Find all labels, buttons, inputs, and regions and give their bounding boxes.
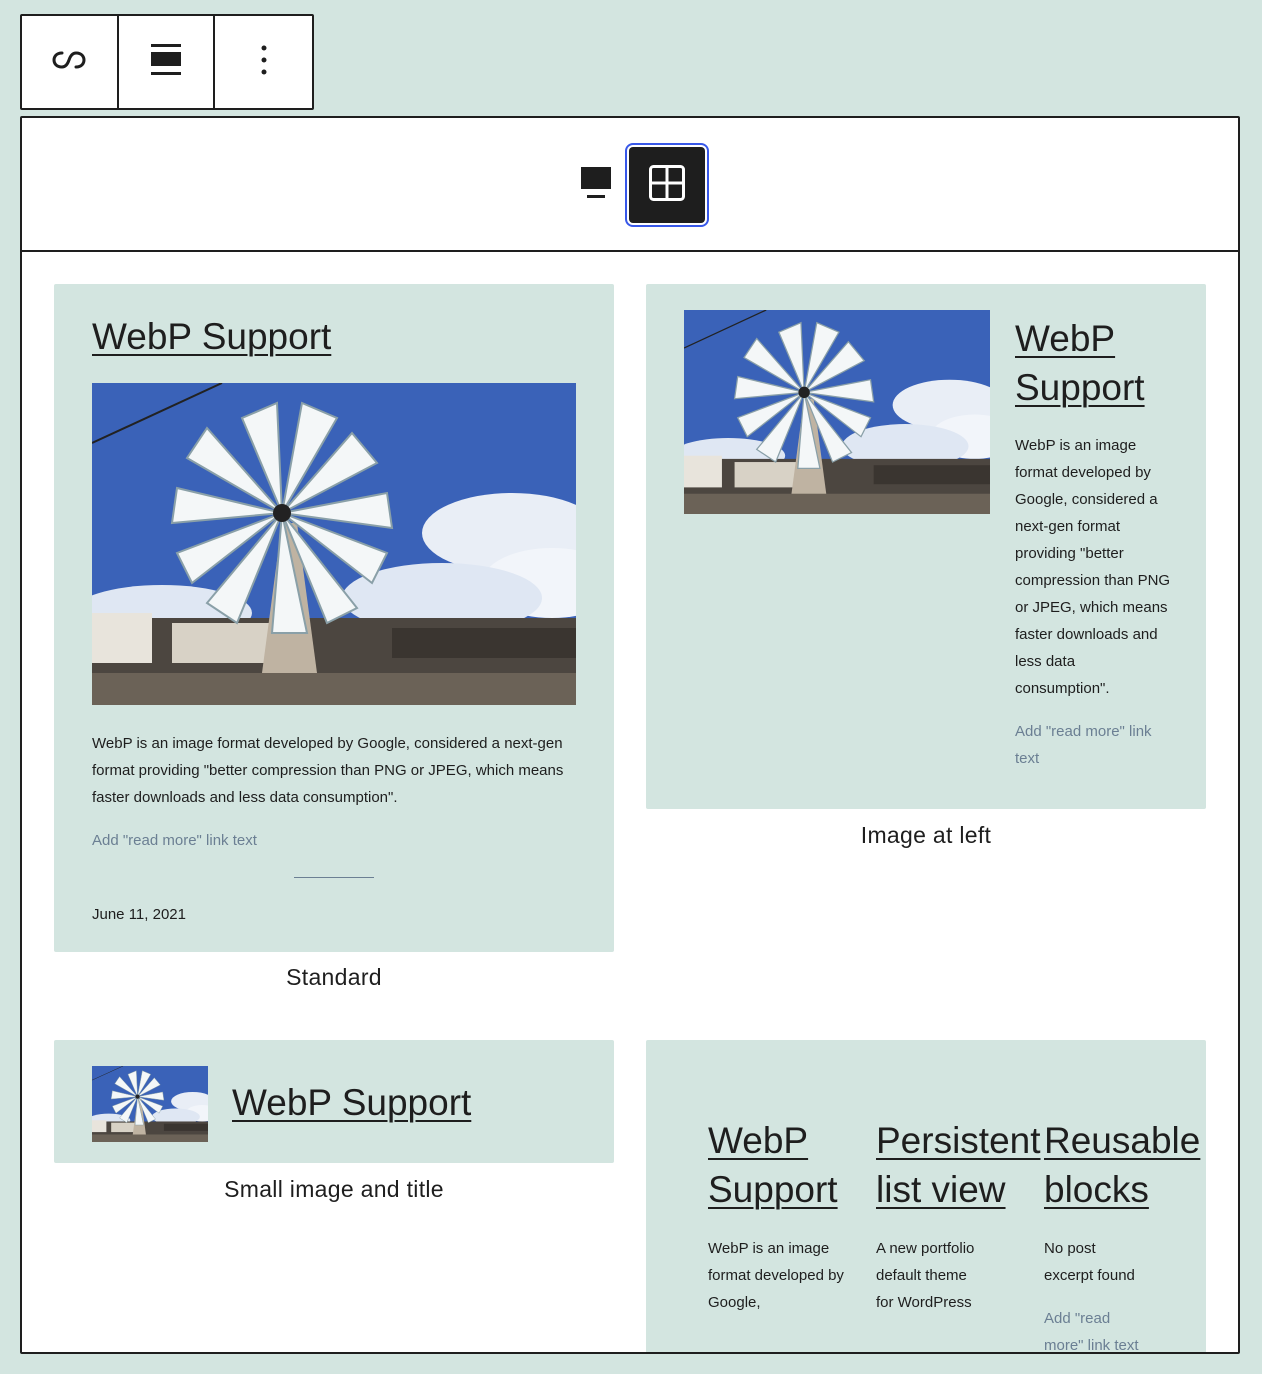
post-excerpt: No post excerpt found	[1044, 1240, 1135, 1284]
pattern-image-left[interactable]: WebP Support WebP is an image format dev…	[646, 284, 1206, 809]
separator	[294, 877, 374, 878]
thumbnail-image	[92, 1066, 208, 1142]
post-excerpt: A new portfolio default theme for WordPr…	[876, 1240, 975, 1311]
read-more-link[interactable]: Add "read more" link text	[92, 827, 257, 854]
pattern-small-image[interactable]: WebP Support	[54, 1040, 614, 1163]
post-title[interactable]: Persistent list view	[876, 1116, 1041, 1214]
post-title[interactable]: WebP Support	[708, 1116, 848, 1214]
block-toolbar	[20, 14, 314, 110]
align-button[interactable]	[119, 16, 216, 108]
read-more-link[interactable]: Add "read more" link text	[1044, 1305, 1148, 1352]
link-button[interactable]	[22, 16, 119, 108]
grid-post: Reusable blocks No post excerpt found Ad…	[1044, 1116, 1204, 1352]
post-excerpt: WebP is an image format developed by Goo…	[92, 735, 564, 806]
featured-image	[92, 383, 576, 705]
view-switcher	[22, 118, 1238, 252]
pattern-grid[interactable]: WebP Support WebP is an image format dev…	[646, 1040, 1206, 1352]
pattern-standard[interactable]: WebP Support WebP is an image format dev…	[54, 284, 614, 952]
read-more-link[interactable]: Add "read more" link text	[1015, 718, 1173, 772]
grid-post: Persistent list view A new portfolio def…	[876, 1116, 1041, 1316]
post-title[interactable]: WebP Support	[232, 1080, 471, 1126]
pattern-caption-small-image: Small image and title	[224, 1176, 444, 1202]
post-title[interactable]: WebP Support	[92, 314, 331, 360]
pattern-caption-standard: Standard	[286, 964, 382, 990]
grid-post: WebP Support WebP is an image format dev…	[708, 1116, 848, 1316]
link-icon	[52, 49, 86, 76]
grid-view-button[interactable]	[629, 147, 705, 223]
post-date: June 11, 2021	[92, 906, 186, 923]
post-title[interactable]: WebP Support	[1015, 314, 1165, 412]
pattern-panel: WebP Support WebP is an image format dev…	[20, 116, 1240, 1354]
grid-icon	[649, 164, 685, 206]
desktop-icon	[581, 166, 611, 206]
post-excerpt: WebP is an image format developed by Goo…	[708, 1240, 844, 1311]
align-wide-icon	[151, 43, 181, 81]
post-excerpt: WebP is an image format developed by Goo…	[1015, 437, 1171, 697]
pattern-caption-image-left: Image at left	[860, 822, 992, 848]
more-vertical-icon	[261, 45, 267, 80]
featured-image	[684, 310, 990, 514]
post-title[interactable]: Reusable blocks	[1044, 1116, 1204, 1214]
desktop-view-button[interactable]	[574, 166, 618, 206]
options-button[interactable]	[215, 16, 312, 108]
